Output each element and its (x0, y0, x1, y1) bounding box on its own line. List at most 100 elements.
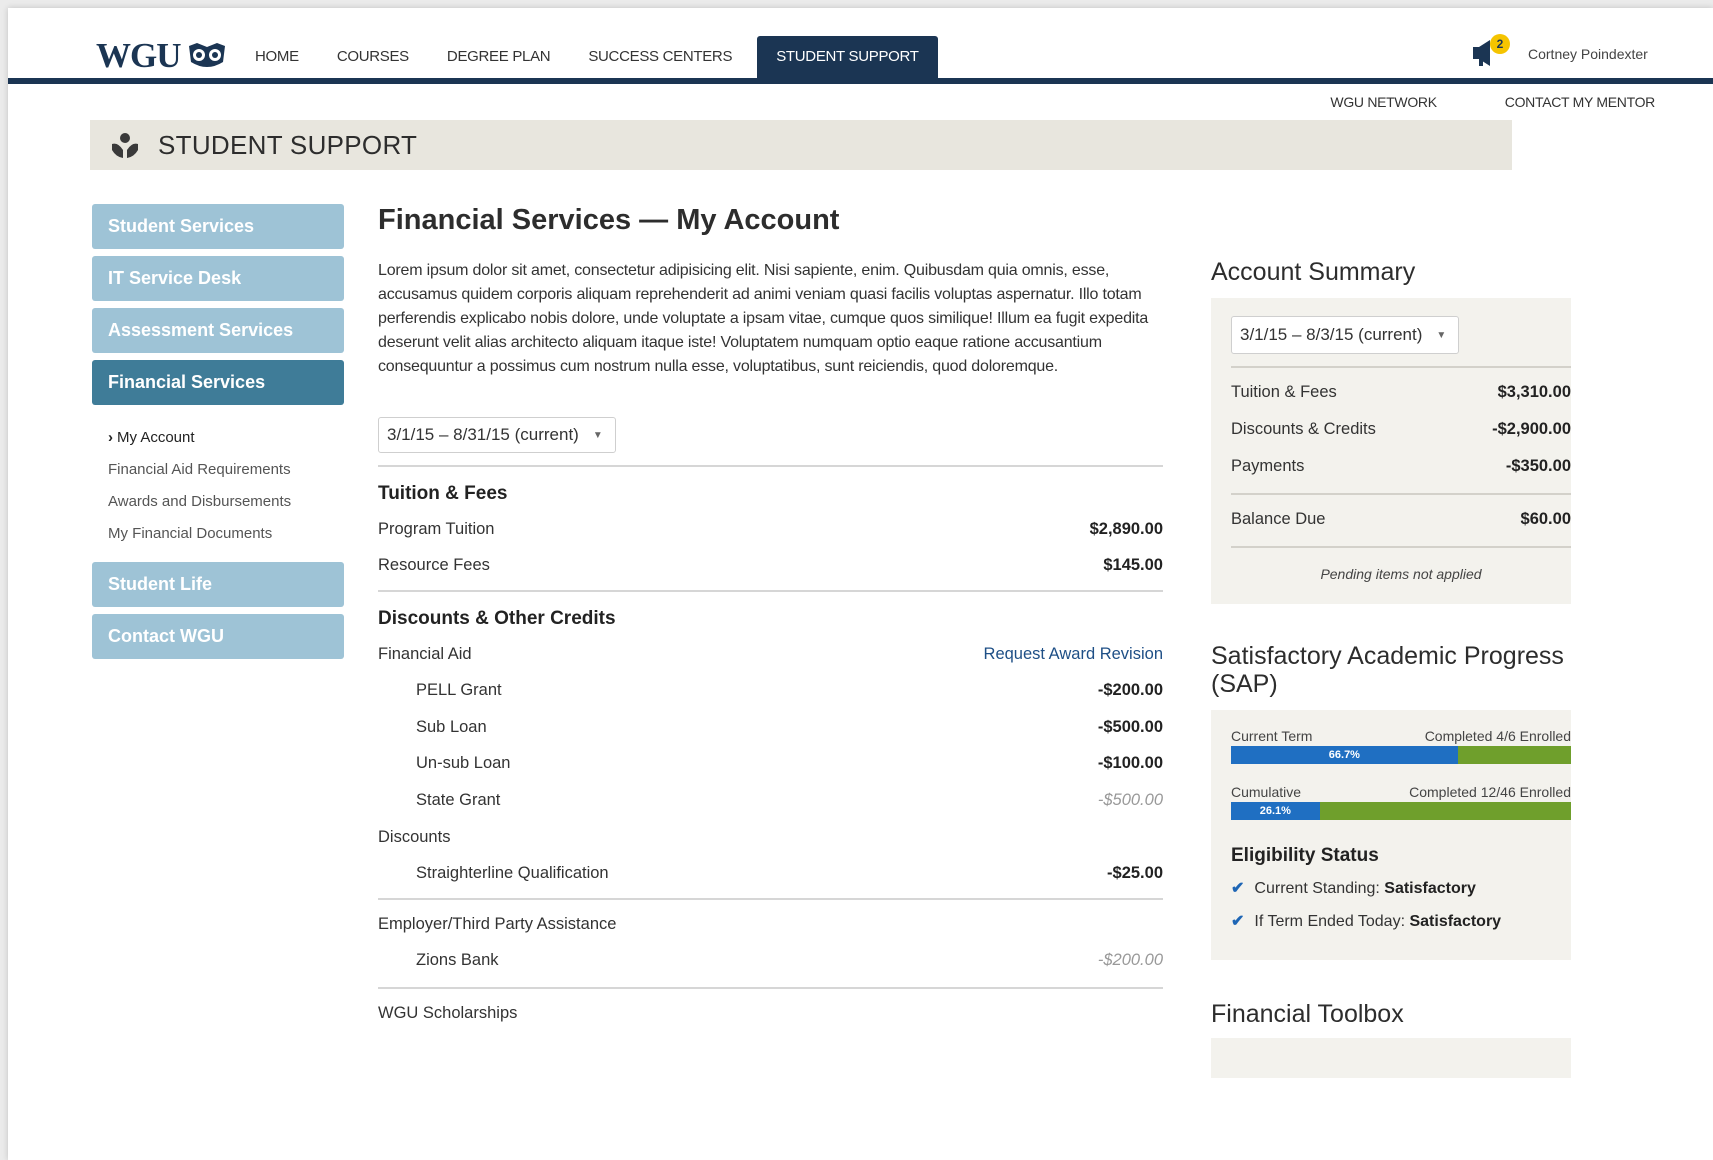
table-row: Zions Bank -$200.00 (378, 942, 1163, 979)
table-row: Program Tuition $2,890.00 (378, 511, 1163, 548)
term-select-value: 3/1/15 – 8/31/15 (current) (387, 425, 579, 444)
eligibility-label: If Term Ended Today: (1254, 913, 1406, 930)
main-nav: Home Courses Degree Plan Success Centers… (236, 36, 938, 78)
notifications-button[interactable]: 2 (1470, 34, 1510, 70)
submenu-my-account[interactable]: › My Account (108, 422, 344, 454)
bar-header: Cumulative Completed 12/46 Enrolled (1231, 784, 1571, 802)
wgu-network-link[interactable]: WGU Network (1330, 94, 1437, 110)
eligibility-value: Satisfactory (1384, 880, 1476, 897)
sidebar: Student Services IT Service Desk Assessm… (92, 204, 344, 666)
term-select[interactable]: 3/1/15 – 8/31/15 (current) ▼ (378, 417, 616, 453)
main-content: Financial Services — My Account Lorem ip… (378, 198, 1163, 1031)
summary-label: Payments (1231, 457, 1305, 475)
row-label: Resource Fees (378, 556, 490, 575)
sidebar-item-student-services[interactable]: Student Services (92, 204, 344, 249)
eligibility-value: Satisfactory (1409, 913, 1502, 930)
caret-down-icon: ▼ (592, 429, 603, 441)
sidebar-item-financial-services[interactable]: Financial Services (92, 360, 344, 405)
progress-bar-cumulative: 26.1% (1231, 802, 1571, 820)
sidebar-item-assessment-services[interactable]: Assessment Services (92, 308, 344, 353)
section-title: STUDENT SUPPORT (158, 129, 418, 160)
summary-row: Tuition & Fees $3,310.00 (1231, 374, 1571, 411)
summary-amount: -$350.00 (1505, 457, 1571, 475)
support-hands-icon (112, 133, 138, 158)
row-label: Program Tuition (378, 519, 495, 538)
discounts-subheading: Discounts (378, 827, 451, 846)
progress-percent: 26.1% (1259, 805, 1291, 817)
sidebar-item-contact-wgu[interactable]: Contact WGU (92, 614, 344, 659)
owl-logo-icon (188, 43, 225, 67)
submenu-label: My Account (117, 429, 195, 446)
balance-due-row: Balance Due $60.00 (1231, 501, 1571, 538)
summary-rows: Tuition & Fees $3,310.00 Discounts & Cre… (1231, 368, 1571, 485)
row-amount: -$500.00 (1097, 717, 1163, 736)
bar-header: Current Term Completed 4/6 Enrolled (1231, 728, 1571, 746)
sidebar-item-student-life[interactable]: Student Life (92, 562, 344, 607)
chevron-right-icon: › (108, 429, 113, 446)
sap-panel: Current Term Completed 4/6 Enrolled 66.7… (1211, 710, 1571, 960)
row-label: Un-sub Loan (416, 754, 511, 773)
notification-count-badge: 2 (1490, 34, 1510, 54)
financial-aid-row: Financial Aid Request Award Revision (378, 636, 1163, 673)
eligibility-row: ✔ Current Standing: Satisfactory (1231, 872, 1571, 905)
intro-text: Lorem ipsum dolor sit amet, consectetur … (378, 262, 1149, 375)
table-row: Un-sub Loan -$100.00 (378, 746, 1163, 783)
summary-row: Payments -$350.00 (1231, 448, 1571, 485)
row-amount: -$200.00 (1097, 681, 1163, 700)
bar-status: Completed 12/46 Enrolled (1409, 784, 1571, 800)
progress-percent: 66.7% (1328, 749, 1360, 761)
row-label: State Grant (416, 790, 501, 809)
account-summary-panel: 3/1/15 – 8/3/15 (current) ▼ Tuition & Fe… (1211, 298, 1571, 604)
divider (1231, 493, 1571, 495)
caret-down-icon: ▼ (1436, 329, 1447, 341)
request-award-revision-link[interactable]: Request Award Revision (984, 645, 1163, 664)
bar-status: Completed 4/6 Enrolled (1424, 728, 1571, 744)
row-amount: $2,890.00 (1089, 519, 1163, 538)
contact-mentor-link[interactable]: Contact My Mentor (1505, 94, 1656, 110)
sidebar-item-it-service-desk[interactable]: IT Service Desk (92, 256, 344, 301)
summary-label: Tuition & Fees (1231, 383, 1337, 401)
tuition-group: Tuition & Fees Program Tuition $2,890.00… (378, 467, 1163, 584)
row-label: Sub Loan (416, 717, 487, 736)
right-column: Account Summary 3/1/15 – 8/3/15 (current… (1211, 258, 1571, 1078)
table-row: PELL Grant -$200.00 (378, 673, 1163, 710)
divider (1231, 546, 1571, 548)
submenu-awards-disbursements[interactable]: Awards and Disbursements (108, 486, 344, 518)
checkmark-icon: ✔ (1231, 880, 1245, 897)
row-amount-pending: -$500.00 (1097, 790, 1163, 809)
financial-toolbox-panel (1211, 1038, 1571, 1078)
nav-student-support[interactable]: Student Support (757, 36, 938, 78)
nav-success-centers[interactable]: Success Centers (569, 36, 751, 78)
nav-courses[interactable]: Courses (318, 36, 428, 78)
pending-note: Pending items not applied (1320, 566, 1482, 582)
submenu-financial-aid-requirements[interactable]: Financial Aid Requirements (108, 454, 344, 486)
table-row: Straighterline Qualification -$25.00 (378, 855, 1163, 892)
section-header: STUDENT SUPPORT (90, 120, 1512, 170)
summary-term-select[interactable]: 3/1/15 – 8/3/15 (current) ▼ (1231, 316, 1460, 354)
eligibility-label: Current Standing: (1254, 880, 1380, 897)
user-name[interactable]: Cortney Poindexter (1528, 46, 1648, 62)
sidebar-submenu: › My Account Financial Aid Requirements A… (92, 412, 344, 562)
row-label: Financial Aid (378, 644, 472, 663)
scholarships-subheading: WGU Scholarships (378, 1003, 518, 1022)
progress-bar-current-term: 66.7% (1231, 746, 1571, 764)
eligibility-row: ✔ If Term Ended Today: Satisfactory (1231, 905, 1571, 938)
nav-degree-plan[interactable]: Degree Plan (428, 36, 569, 78)
sap-title: Satisfactory Academic Progress (SAP) (1211, 642, 1564, 698)
page: WGU Home Courses Degree Plan Success Cen… (8, 8, 1713, 1160)
row-label: PELL Grant (416, 681, 502, 700)
table-row: Sub Loan -$500.00 (378, 709, 1163, 746)
row-label: Straighterline Qualification (416, 863, 609, 882)
row-amount: -$100.00 (1097, 754, 1163, 773)
logo-text: WGU (96, 36, 181, 75)
nav-home[interactable]: Home (236, 36, 318, 78)
balance-label: Balance Due (1231, 510, 1326, 528)
summary-row: Discounts & Credits -$2,900.00 (1231, 411, 1571, 448)
wgu-logo[interactable]: WGU (96, 36, 227, 76)
submenu-financial-documents[interactable]: My Financial Documents (108, 518, 344, 550)
row-label: Zions Bank (416, 950, 499, 969)
bar-label: Current Term (1231, 728, 1313, 744)
employer-subheading: Employer/Third Party Assistance (378, 914, 617, 933)
discounts-group: Discounts & Other Credits Financial Aid … (378, 592, 1163, 892)
checkmark-icon: ✔ (1231, 913, 1245, 930)
